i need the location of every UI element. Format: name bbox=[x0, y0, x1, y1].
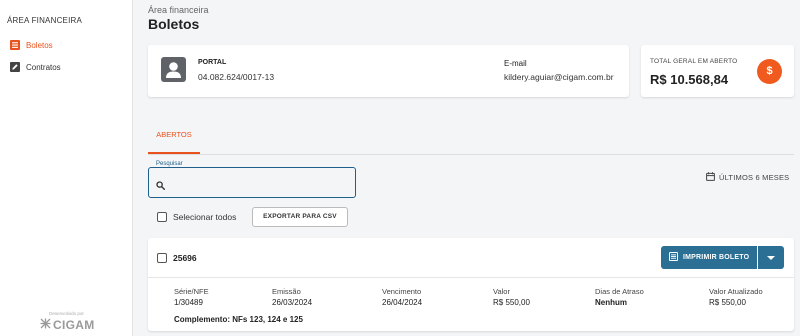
boleto-number: 25696 bbox=[173, 253, 197, 263]
search-input[interactable] bbox=[170, 172, 350, 192]
select-all-label: Selecionar todos bbox=[173, 212, 237, 222]
powered-by-text: Desenvolvido por bbox=[49, 311, 84, 316]
sidebar-item-label: Boletos bbox=[26, 40, 53, 50]
cnpj-value: 04.082.624/0017-13 bbox=[198, 72, 275, 82]
field-value: R$ 550,00 bbox=[709, 298, 746, 307]
field-value: 1/30489 bbox=[174, 298, 203, 307]
sidebar: ÁREA FINANCEIRA Boletos Contratos Desenv… bbox=[0, 0, 133, 336]
field-label: Série/NFE bbox=[174, 287, 209, 296]
calendar-icon bbox=[706, 172, 715, 183]
sidebar-item-contratos[interactable]: Contratos bbox=[10, 62, 61, 72]
search-label: Pesquisar bbox=[154, 161, 185, 167]
boleto-field-dias-atraso: Dias de Atraso Nenhum bbox=[595, 287, 644, 307]
sidebar-title: ÁREA FINANCEIRA bbox=[7, 16, 83, 25]
field-label: Dias de Atraso bbox=[595, 287, 644, 296]
client-info-card: PORTAL 04.082.624/0017-13 E-mail kildery… bbox=[148, 45, 629, 97]
print-boleto-label: IMPRIMIR BOLETO bbox=[683, 254, 750, 261]
boleto-checkbox[interactable] bbox=[157, 253, 167, 263]
boleto-field-valor: Valor R$ 550,00 bbox=[493, 287, 530, 307]
checkbox-icon bbox=[157, 212, 167, 222]
email-label: E-mail bbox=[504, 59, 527, 68]
field-value: R$ 550,00 bbox=[493, 298, 530, 307]
boleto-field-valor-atualizado: Valor Atualizado R$ 550,00 bbox=[709, 287, 763, 307]
field-label: Valor Atualizado bbox=[709, 287, 763, 296]
search-icon bbox=[156, 177, 165, 195]
cigam-logo: CIGAM bbox=[40, 318, 95, 332]
boleto-field-emissao: Emissão 26/03/2024 bbox=[272, 287, 312, 307]
page-title: Boletos bbox=[148, 16, 200, 32]
tabs-divider bbox=[148, 154, 794, 155]
total-open-label: TOTAL GERAL EM ABERTO bbox=[650, 58, 738, 65]
print-icon bbox=[669, 252, 678, 263]
cigam-logo-text: CIGAM bbox=[53, 318, 95, 332]
cigam-logo-mark-icon bbox=[40, 318, 51, 332]
boleto-complement: Complemento: NFs 123, 124 e 125 bbox=[174, 315, 303, 324]
field-value: 26/04/2024 bbox=[382, 298, 423, 307]
field-value: Nenhum bbox=[595, 298, 627, 307]
dollar-icon: $ bbox=[757, 59, 782, 84]
boleto-card: 25696 IMPRIMIR BOLETO Série/NFE 1/30489 … bbox=[148, 238, 794, 331]
boleto-field-vencimento: Vencimento 26/04/2024 bbox=[382, 287, 422, 307]
sidebar-item-boletos[interactable]: Boletos bbox=[10, 40, 53, 50]
period-filter-button[interactable]: ÚLTIMOS 6 MESES bbox=[706, 172, 789, 183]
user-badge-icon bbox=[161, 57, 186, 82]
list-icon bbox=[10, 40, 20, 50]
print-boleto-button[interactable]: IMPRIMIR BOLETO bbox=[661, 246, 757, 269]
field-label: Valor bbox=[493, 287, 510, 296]
period-filter-label: ÚLTIMOS 6 MESES bbox=[719, 173, 790, 182]
sidebar-item-label: Contratos bbox=[26, 62, 61, 72]
total-open-card: TOTAL GERAL EM ABERTO R$ 10.568,84 $ bbox=[641, 45, 794, 97]
field-label: Vencimento bbox=[382, 287, 422, 296]
tab-abertos[interactable]: ABERTOS bbox=[148, 130, 200, 139]
boleto-field-serie: Série/NFE 1/30489 bbox=[174, 287, 209, 307]
print-options-dropdown[interactable] bbox=[758, 246, 784, 269]
select-all-checkbox[interactable]: Selecionar todos bbox=[157, 212, 236, 222]
edit-icon bbox=[10, 62, 20, 72]
total-open-value: R$ 10.568,84 bbox=[650, 72, 729, 87]
boleto-divider bbox=[148, 277, 794, 278]
breadcrumb[interactable]: Área financeira bbox=[148, 5, 209, 15]
portal-label: PORTAL bbox=[198, 59, 227, 66]
field-value: 26/03/2024 bbox=[272, 298, 313, 307]
email-value: kildery.aguiar@cigam.com.br bbox=[504, 72, 614, 82]
chevron-down-icon bbox=[767, 256, 775, 260]
export-csv-button[interactable]: EXPORTAR PARA CSV bbox=[252, 207, 348, 227]
field-label: Emissão bbox=[272, 287, 301, 296]
